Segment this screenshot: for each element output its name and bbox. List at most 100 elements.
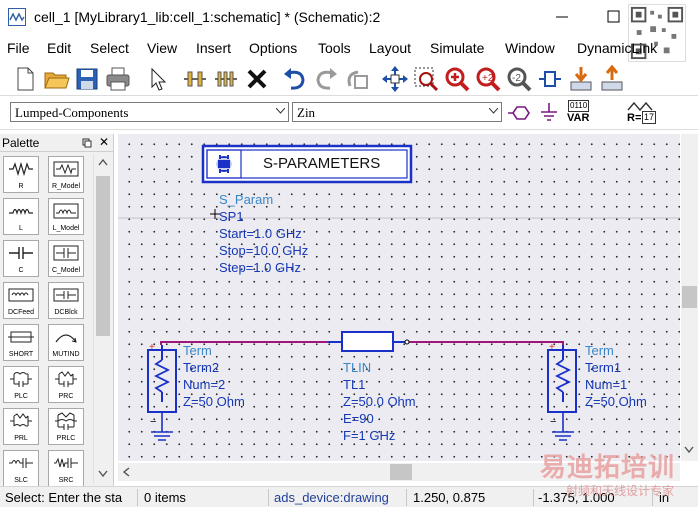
scroll-up-icon[interactable] (98, 158, 108, 166)
push-into-hierarchy-icon[interactable] (566, 64, 596, 94)
menu-insert[interactable]: Insert (196, 40, 231, 56)
palette-item-l[interactable]: L (3, 198, 39, 235)
palette-item-label: R_Model (51, 183, 80, 190)
palette-scroll-thumb[interactable] (96, 176, 110, 336)
sparam-title: S-PARAMETERS (263, 155, 381, 172)
palette-close-button[interactable]: ✕ (99, 135, 109, 149)
vertical-scroll-thumb[interactable] (682, 286, 697, 308)
menu-options[interactable]: Options (249, 40, 297, 56)
palette-item-dcfeed[interactable]: DCFeed (3, 282, 39, 319)
menu-edit[interactable]: Edit (47, 40, 71, 56)
scroll-down-icon[interactable] (684, 446, 694, 454)
palette-item-mutind[interactable]: MUTIND (48, 324, 84, 361)
pin-component-icon[interactable] (535, 64, 565, 94)
palette-item-dcblck[interactable]: DCBlck (48, 282, 84, 319)
palette-item-plc[interactable]: PLC (3, 366, 39, 403)
menu-view[interactable]: View (147, 40, 177, 56)
term1-component[interactable]: + − (547, 342, 577, 441)
new-document-icon[interactable] (10, 64, 40, 94)
palette-item-short[interactable]: SHORT (3, 324, 39, 361)
palette-item-c[interactable]: C (3, 240, 39, 277)
ads-schematic-window: cell_1 [MyLibrary1_lib:cell_1:schematic]… (0, 0, 698, 507)
menu-bar: File Edit Select View Insert Options Too… (0, 36, 698, 60)
schematic-canvas[interactable]: + − + − S-PARAMETERS S_Param SP1 Start=1… (118, 134, 680, 461)
term2-name: Term2 (183, 360, 220, 375)
palette-item-slc[interactable]: SLC (3, 450, 39, 487)
capacitor-icon (9, 247, 33, 259)
watermark-logo-text: 易迪拓培训 (540, 452, 676, 482)
print-icon[interactable] (103, 64, 133, 94)
term2-type-label: Term (183, 343, 212, 358)
scroll-down-icon[interactable] (98, 470, 108, 478)
tlin-name: TL1 (343, 377, 366, 392)
zoom-out-2-icon[interactable]: -2 (504, 64, 534, 94)
rotate-icon[interactable] (342, 64, 372, 94)
pop-out-hierarchy-icon[interactable] (597, 64, 627, 94)
tlin-component[interactable] (328, 331, 410, 352)
menu-file[interactable]: File (7, 40, 30, 56)
palette-item-prl[interactable]: PRL (3, 408, 39, 445)
param-sweep-button[interactable]: R= 17 (626, 100, 657, 126)
ground-icon[interactable] (536, 101, 562, 125)
palette-item-r-model[interactable]: R_Model (48, 156, 84, 193)
var-code: 0110 (568, 100, 590, 112)
palette-item-l-model[interactable]: L_Model (48, 198, 84, 235)
insert-ground-pin-icon[interactable] (211, 64, 241, 94)
canvas-vertical-scrollbar[interactable] (681, 134, 698, 461)
svg-text:−: − (550, 416, 556, 428)
prl-icon (10, 413, 32, 427)
select-pointer-icon[interactable] (143, 64, 173, 94)
zoom-area-icon[interactable] (411, 64, 441, 94)
palette-item-c-model[interactable]: C_Model (48, 240, 84, 277)
menu-window[interactable]: Window (505, 40, 555, 56)
save-icon[interactable] (72, 64, 102, 94)
zoom-in-2-icon[interactable]: +2 (473, 64, 503, 94)
undo-icon[interactable] (280, 64, 310, 94)
sparam-stop-param: Stop=10.0 GHz (219, 243, 309, 258)
sparam-start-param: Start=1.0 GHz (219, 226, 302, 241)
insert-pin-icon[interactable] (180, 64, 210, 94)
palette-item-label: R (18, 183, 24, 190)
menu-dynamiclink[interactable]: DynamicLink (577, 40, 657, 56)
minimize-icon[interactable] (550, 6, 574, 28)
var-equation-button[interactable]: 0110 VAR (566, 100, 594, 126)
status-separator (533, 489, 534, 506)
palette-item-label: L (19, 225, 23, 232)
term1-impedance: Z=50 Ohm (585, 394, 647, 409)
palette-header: Palette ✕ (0, 134, 114, 152)
menu-layout[interactable]: Layout (369, 40, 411, 56)
redo-icon[interactable] (311, 64, 341, 94)
schematic-app-icon (8, 8, 26, 26)
menu-tools[interactable]: Tools (318, 40, 351, 56)
palette-item-prc[interactable]: PRC (48, 366, 84, 403)
move-icon[interactable] (380, 64, 410, 94)
component-combo[interactable]: Zin (292, 102, 502, 122)
svg-text:−: − (150, 416, 156, 428)
pin-icon[interactable] (82, 138, 92, 148)
palette-scrollbar[interactable] (93, 154, 111, 484)
zoom-in-icon[interactable] (442, 64, 472, 94)
term2-impedance: Z=50 Ohm (183, 394, 245, 409)
port-icon[interactable] (506, 101, 532, 125)
status-select-hint: Select: Enter the sta (5, 490, 123, 505)
status-separator (137, 489, 138, 506)
palette-item-prlc[interactable]: PRLC (48, 408, 84, 445)
short-icon (8, 331, 34, 343)
library-combo-value: Lumped-Components (15, 105, 129, 120)
horizontal-scroll-thumb[interactable] (390, 464, 412, 480)
term2-component[interactable]: + − (147, 342, 177, 441)
library-combo[interactable]: Lumped-Components (10, 102, 289, 122)
src-icon (54, 457, 78, 468)
palette-item-src[interactable]: SRC (48, 450, 84, 487)
scroll-left-icon[interactable] (122, 467, 130, 477)
maximize-icon[interactable] (601, 6, 625, 28)
status-cursor-coord: 1.250, 0.875 (413, 490, 486, 505)
open-folder-icon[interactable] (41, 64, 71, 94)
schematic-drawing: + − + − (118, 144, 680, 441)
menu-select[interactable]: Select (90, 40, 129, 56)
palette-item-r[interactable]: R (3, 156, 39, 193)
palette-item-label: PLC (14, 393, 28, 400)
menu-simulate[interactable]: Simulate (430, 40, 484, 56)
dcfeed-icon (8, 288, 34, 302)
delete-icon[interactable] (242, 64, 272, 94)
